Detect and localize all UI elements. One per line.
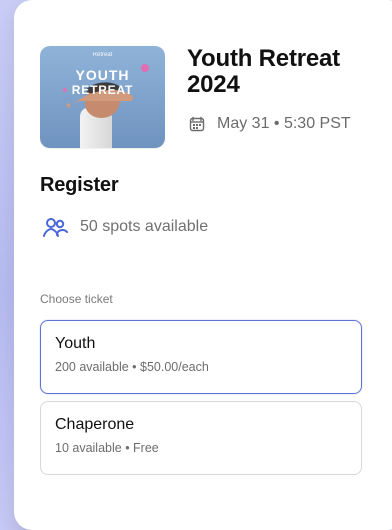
- register-heading: Register: [40, 174, 119, 196]
- ticket-details: 10 available • Free: [55, 441, 159, 455]
- spots-available-row: 50 spots available: [40, 216, 208, 238]
- event-image-line2: RETREAT: [72, 83, 133, 97]
- event-image: Retreat YOUTH RETREAT: [40, 46, 165, 148]
- event-image-top-text: Retreat: [93, 52, 113, 58]
- ticket-option-youth[interactable]: Youth 200 available • $50.00/each: [40, 320, 362, 394]
- event-title: Youth Retreat 2024: [187, 45, 340, 98]
- ticket-name: Chaperone: [55, 416, 135, 433]
- spots-available-text: 50 spots available: [80, 218, 209, 235]
- event-image-illustration: Retreat YOUTH RETREAT: [40, 46, 165, 148]
- ticket-name: Youth: [55, 335, 96, 352]
- event-date-time: May 31 • 5:30 PST: [217, 115, 351, 132]
- event-header: Retreat YOUTH RETREAT Youth Retreat 2024: [40, 46, 380, 156]
- event-date-time-row: May 31 • 5:30 PST: [187, 114, 392, 134]
- users-icon: [40, 216, 68, 238]
- ticket-option-chaperone[interactable]: Chaperone 10 available • Free: [40, 401, 362, 475]
- choose-ticket-label: Choose ticket: [40, 292, 113, 306]
- calendar-icon: [187, 114, 207, 134]
- ticket-details: 200 available • $50.00/each: [55, 360, 209, 374]
- event-image-line1: YOUTH: [76, 67, 130, 83]
- registration-card: Retreat YOUTH RETREAT Youth Retreat 2024: [14, 0, 392, 530]
